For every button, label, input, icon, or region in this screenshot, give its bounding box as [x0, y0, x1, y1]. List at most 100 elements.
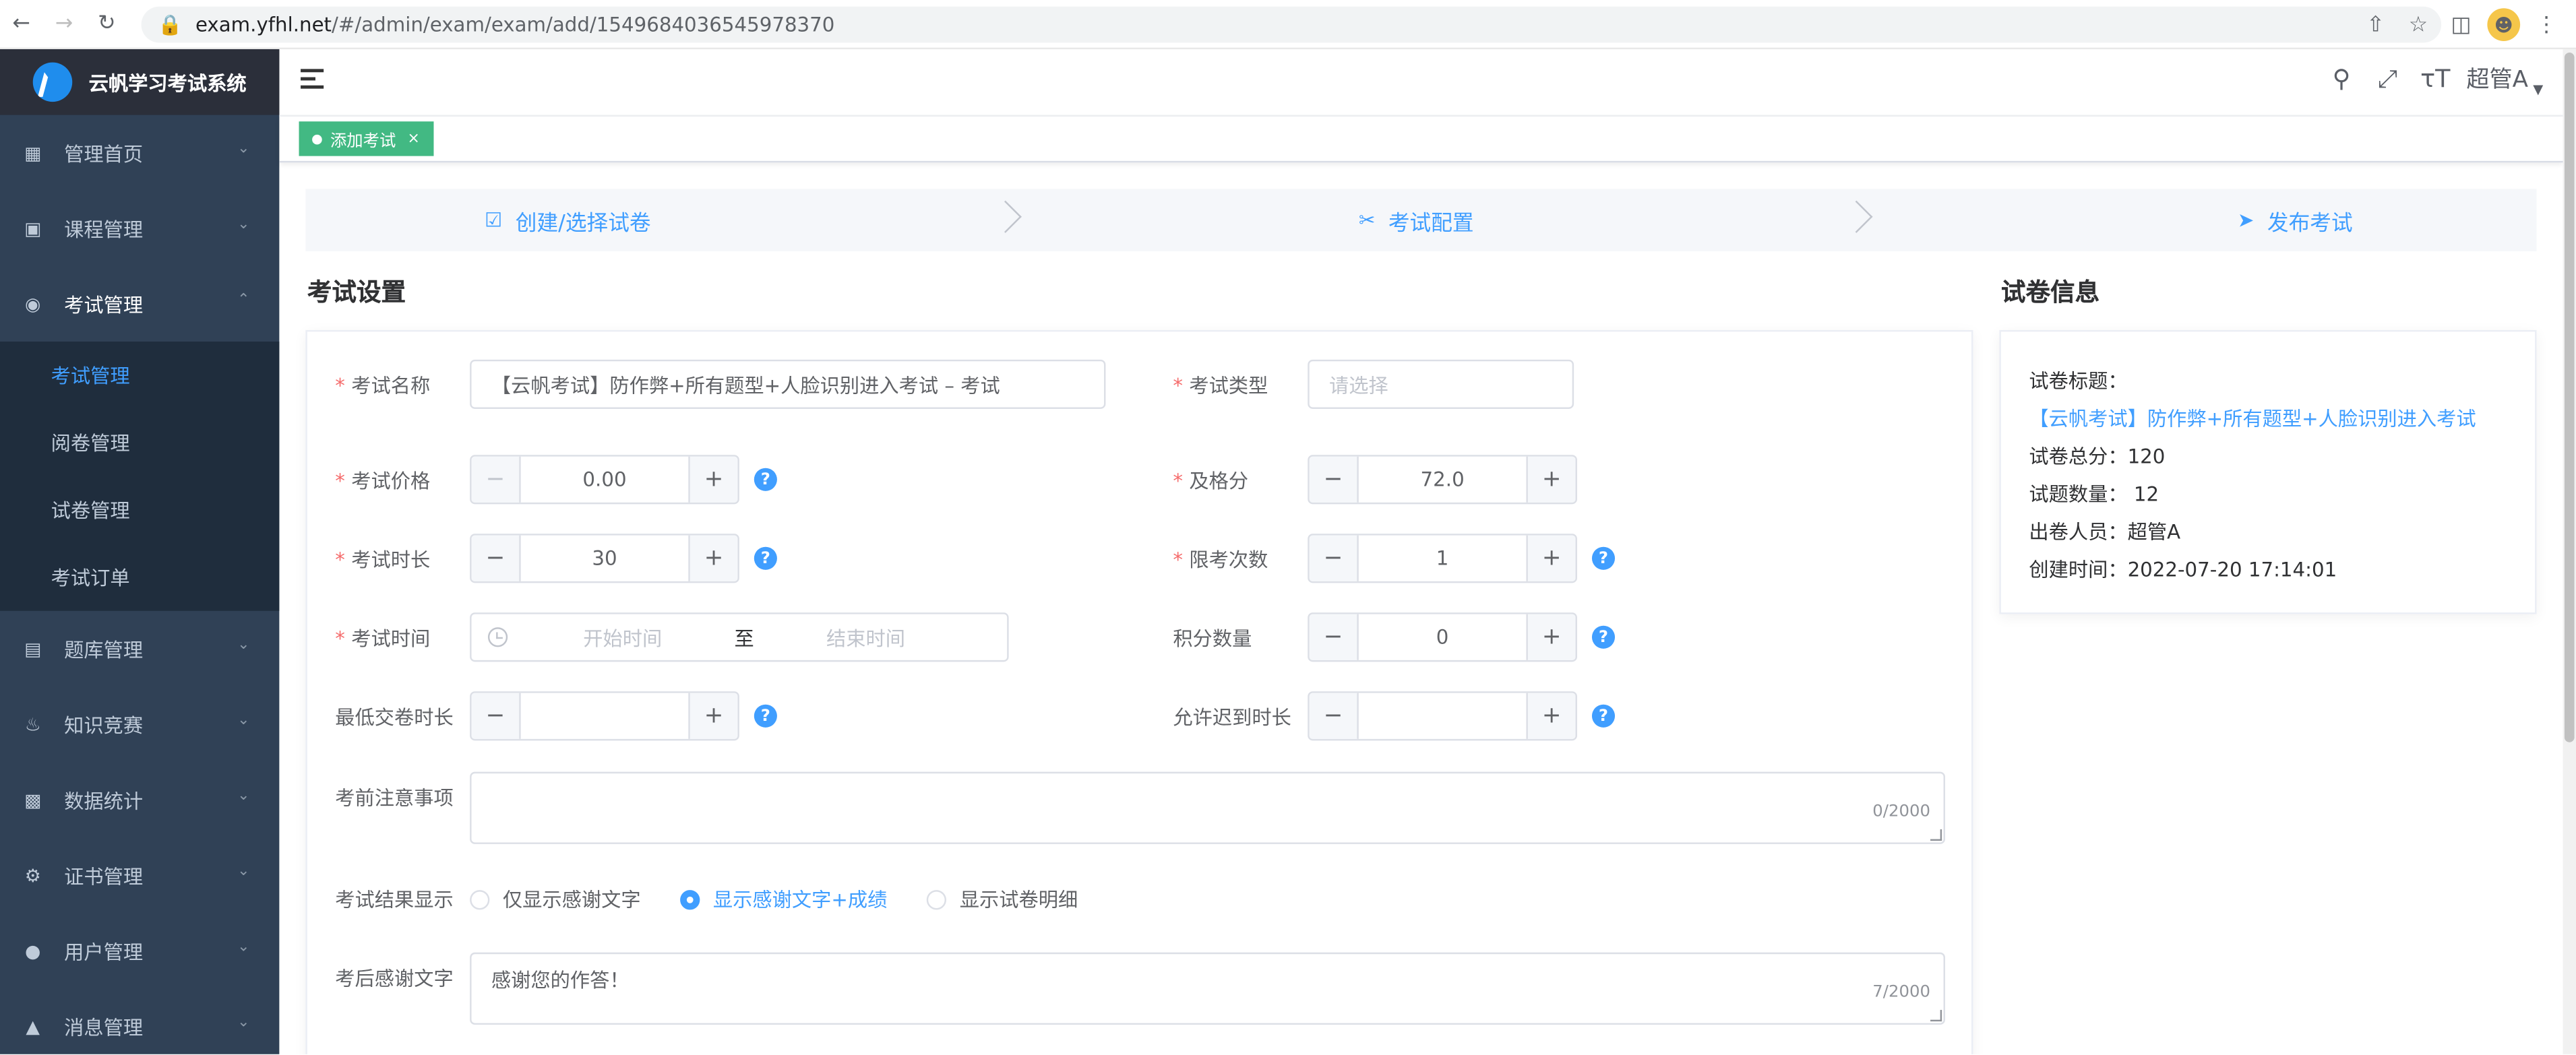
exam-name-input[interactable]: 【云帆考试】防作弊+所有题型+人脸识别进入考试 – 考试 — [470, 359, 1106, 409]
resize-handle[interactable] — [1930, 1010, 1942, 1022]
thanks-textarea[interactable]: 感谢您的作答！ 7/2000 — [470, 952, 1945, 1025]
attempts-value[interactable]: 1 — [1359, 536, 1527, 581]
plus-icon[interactable]: + — [688, 535, 738, 581]
points-stepper: − 0 + — [1308, 612, 1577, 662]
minus-icon[interactable]: − — [1309, 693, 1359, 739]
sidebar-item-contest[interactable]: ♨ 知识竞赛 ⌄ — [0, 686, 279, 762]
sidebar-item-question-bank[interactable]: ▤ 题库管理 ⌄ — [0, 611, 279, 686]
app-logo[interactable]: 云帆学习考试系统 — [0, 49, 280, 115]
tag-add-exam[interactable]: 添加考试 × — [299, 121, 433, 156]
sidebar-item-stats[interactable]: ▩ 数据统计 ⌄ — [0, 762, 279, 837]
submenu-item-exam-manage[interactable]: 考试管理 — [0, 342, 279, 409]
plus-icon[interactable]: + — [688, 693, 738, 739]
sidebar-item-home[interactable]: ▦ 管理首页 ⌄ — [0, 115, 279, 191]
step-publish[interactable]: ➤ 发布考试 — [2238, 189, 2353, 251]
minus-icon[interactable]: − — [1309, 535, 1359, 581]
radio-label: 仅显示感谢文字 — [502, 888, 641, 912]
start-time-input[interactable]: 开始时间 — [521, 623, 725, 651]
minus-icon[interactable]: − — [471, 456, 521, 503]
exam-time-range[interactable]: 开始时间 至 结束时间 — [470, 612, 1009, 662]
share-icon[interactable]: ⇧ — [2359, 8, 2392, 41]
sidepanel-icon[interactable]: ◫ — [2445, 8, 2478, 41]
sidebar-item-users[interactable]: ● 用户管理 ⌄ — [0, 913, 279, 988]
attempts-label: 限考次数 — [1173, 544, 1308, 572]
question-icon[interactable]: ? — [1591, 704, 1616, 728]
pass-score-value[interactable]: 72.0 — [1359, 457, 1527, 503]
url-text: exam.yfhl.net/#/admin/exam/exam/add/1549… — [195, 13, 834, 36]
sidebar-item-exam[interactable]: ◉ 考试管理 ⌃ — [0, 266, 279, 342]
paper-title-link[interactable]: 【云帆考试】防作弊+所有题型+人脸识别进入考试 — [2029, 404, 2476, 432]
star-icon[interactable]: ☆ — [2402, 8, 2435, 41]
step-create-paper[interactable]: ☑ 创建/选择试卷 — [485, 189, 651, 251]
late-allow-stepper: − + — [1308, 691, 1577, 741]
search-icon[interactable]: ⚲ — [2329, 64, 2355, 94]
question-icon[interactable]: ? — [1591, 546, 1616, 570]
exam-type-select[interactable]: 请选择 — [1308, 359, 1574, 409]
plus-icon[interactable]: + — [688, 456, 738, 503]
row-result-display: 考试结果显示 仅显示感谢文字 显示感谢文字+成绩 显示试卷明细 — [335, 885, 1117, 913]
minus-icon[interactable]: − — [1309, 456, 1359, 503]
end-time-input[interactable]: 结束时间 — [764, 623, 967, 651]
menu-toggle-icon[interactable] — [301, 69, 324, 89]
address-bar[interactable]: 🔒 exam.yfhl.net/#/admin/exam/exam/add/15… — [141, 6, 2442, 43]
duration-value[interactable]: 30 — [521, 536, 689, 581]
step-exam-config[interactable]: ✂ 考试配置 — [1359, 189, 1474, 251]
radio-label: 显示试卷明细 — [959, 888, 1078, 912]
min-submit-value[interactable] — [521, 693, 689, 739]
sidebar-item-course[interactable]: ▣ 课程管理 ⌄ — [0, 191, 279, 266]
question-icon[interactable]: ? — [754, 468, 777, 491]
price-value[interactable]: 0.00 — [521, 457, 689, 503]
sidebar-item-messages[interactable]: ▲ 消息管理 ⌄ — [0, 988, 279, 1054]
fullscreen-icon[interactable]: ⤢ — [2374, 64, 2401, 94]
sidebar-item-certificates[interactable]: ⚙ 证书管理 ⌄ — [0, 837, 279, 913]
radio-paper-detail[interactable]: 显示试卷明细 — [926, 885, 1078, 913]
plus-icon[interactable]: + — [1526, 535, 1576, 581]
user-name: 超管A — [2466, 67, 2528, 94]
question-icon[interactable]: ? — [754, 546, 777, 570]
minus-icon[interactable]: − — [1309, 614, 1359, 660]
clipboard-check-icon: ☑ — [485, 208, 503, 232]
duration-label: 考试时长 — [335, 544, 470, 572]
points-value[interactable]: 0 — [1359, 614, 1527, 660]
scrollbar-thumb[interactable] — [2564, 53, 2575, 742]
question-icon[interactable]: ? — [754, 704, 777, 728]
chevron-down-icon: ⌄ — [237, 637, 250, 654]
kebab-menu-icon[interactable]: ⋮ — [2530, 8, 2563, 41]
minus-icon[interactable]: − — [471, 535, 521, 581]
radio-thanks-score[interactable]: 显示感谢文字+成绩 — [680, 885, 887, 913]
step-label: 发布考试 — [2267, 211, 2353, 236]
back-arrow-icon[interactable]: ← — [0, 0, 42, 49]
chevron-down-icon: ⌄ — [237, 939, 250, 956]
exam-name-label: 考试名称 — [335, 371, 470, 398]
notice-textarea[interactable]: 0/2000 — [470, 771, 1945, 844]
plus-icon[interactable]: + — [1526, 614, 1576, 660]
thanks-label: 考后感谢文字 — [335, 967, 454, 990]
plus-icon[interactable]: + — [1526, 456, 1576, 503]
font-size-icon[interactable]: τT — [2420, 64, 2450, 94]
plus-icon[interactable]: + — [1526, 693, 1576, 739]
submenu-item-orders[interactable]: 考试订单 — [0, 544, 279, 611]
profile-avatar[interactable]: ☻ — [2487, 8, 2521, 41]
submenu-item-grading[interactable]: 阅卷管理 — [0, 409, 279, 476]
minus-icon[interactable]: − — [471, 693, 521, 739]
exam-submenu: 考试管理 阅卷管理 试卷管理 考试订单 — [0, 342, 280, 611]
row-thanks-label: 考后感谢文字 — [335, 964, 470, 992]
url-host: exam.yfhl.net — [195, 13, 332, 36]
attempts-stepper: − 1 + — [1308, 534, 1577, 583]
steps-bar: ☑ 创建/选择试卷 ✂ 考试配置 ➤ 发布考试 — [305, 189, 2537, 251]
exam-settings-form: 考试名称 【云帆考试】防作弊+所有题型+人脸识别进入考试 – 考试 考试类型 请… — [305, 329, 1973, 1054]
paper-info-card: 试卷标题： 【云帆考试】防作弊+所有题型+人脸识别进入考试 试卷总分：120 试… — [1999, 329, 2537, 614]
forward-arrow-icon[interactable]: → — [42, 0, 85, 49]
user-menu[interactable]: 超管A ▼ — [2466, 63, 2543, 97]
late-allow-value[interactable] — [1359, 693, 1527, 739]
close-icon[interactable]: × — [408, 131, 420, 147]
notice-label: 考前注意事项 — [335, 786, 454, 810]
radio-thanks-only[interactable]: 仅显示感谢文字 — [470, 885, 641, 913]
submenu-item-papers[interactable]: 试卷管理 — [0, 476, 279, 544]
chevron-up-icon: ⌃ — [237, 292, 250, 309]
reload-icon[interactable]: ↻ — [86, 0, 128, 49]
page-scrollbar[interactable] — [2563, 49, 2576, 1054]
row-notice-label: 考前注意事项 — [335, 784, 470, 811]
resize-handle[interactable] — [1930, 829, 1942, 841]
question-icon[interactable]: ? — [1591, 625, 1616, 649]
